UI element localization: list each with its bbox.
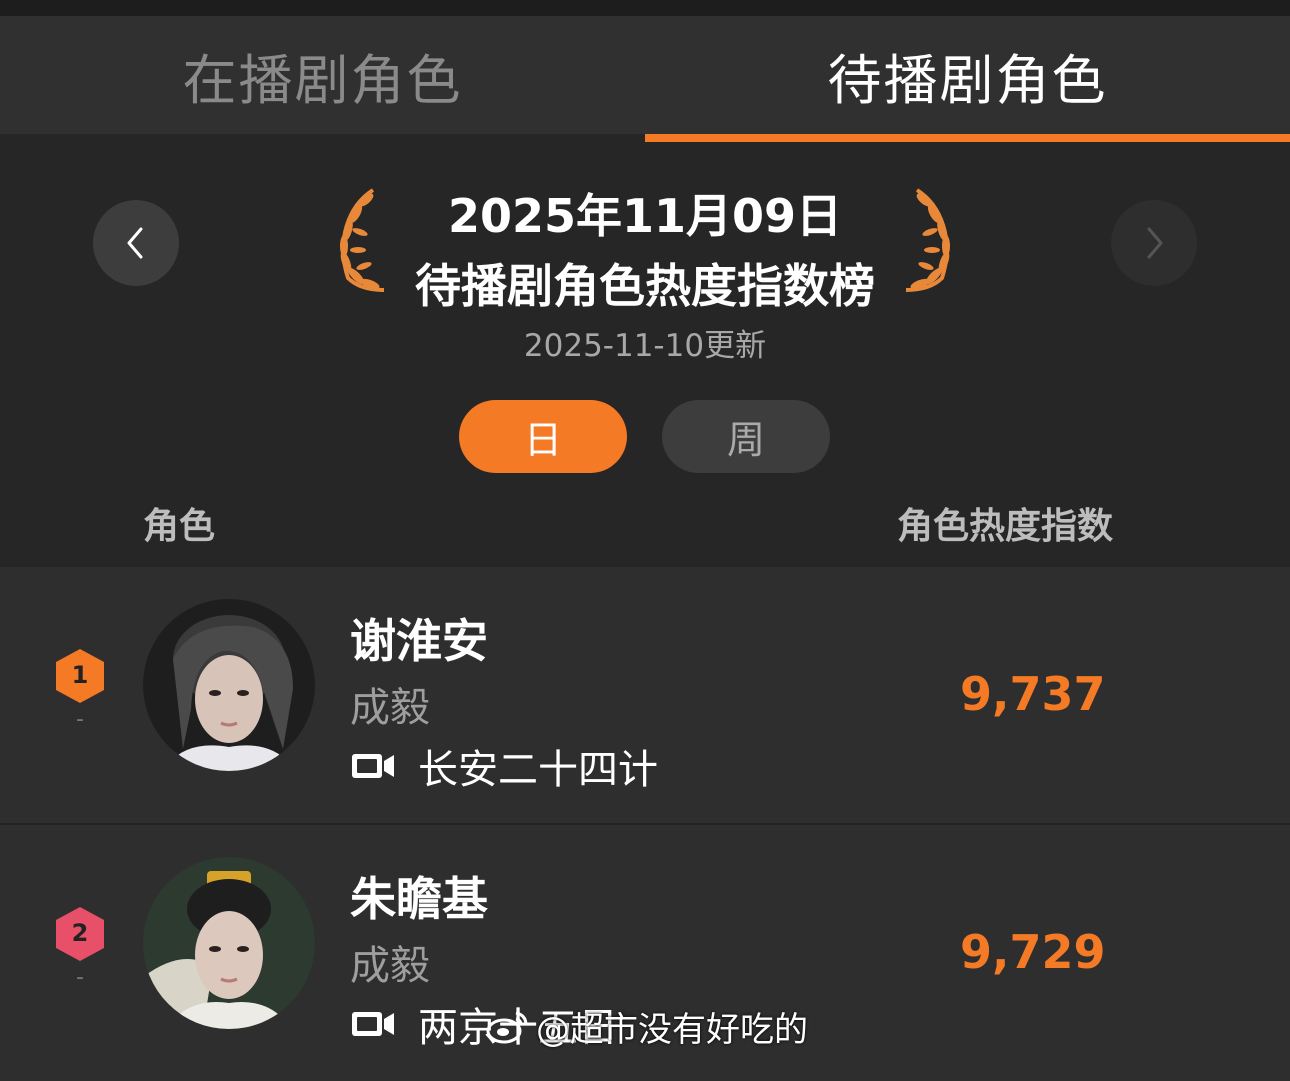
heat-score: 9,737 [960, 667, 1106, 721]
rank-change: - [76, 707, 84, 732]
ranking-title: 待播剧角色热度指数榜 [415, 259, 875, 313]
period-week-button[interactable]: 周 [662, 400, 830, 473]
update-time: 2025-11-10更新 [523, 328, 767, 364]
actor-name[interactable]: 成毅 [350, 675, 430, 733]
column-header-role: 角色 [143, 506, 216, 547]
weibo-watermark: @超市没有好吃的 [486, 1002, 808, 1051]
video-camera-icon [352, 754, 394, 778]
rank-change: - [76, 965, 84, 990]
tab-airing-roles[interactable]: 在播剧角色 [0, 16, 645, 134]
video-camera-icon [352, 1012, 394, 1036]
rank-badge: 2 [54, 905, 106, 963]
ranking-date: 2025年11月09日 [447, 189, 843, 243]
show-link[interactable]: 长安二十四计 [350, 737, 658, 795]
character-name: 谢淮安 [350, 614, 488, 668]
actor-name[interactable]: 成毅 [350, 933, 430, 991]
avatar[interactable] [143, 857, 315, 1029]
period-day-button[interactable]: 日 [459, 400, 627, 473]
avatar[interactable] [143, 599, 315, 771]
ranking-row[interactable]: 1 - 谢淮安 成毅 长安二十四计 9,737 [0, 567, 1290, 825]
character-name: 朱瞻基 [350, 872, 488, 926]
tab-upcoming-roles[interactable]: 待播剧角色 [645, 16, 1290, 142]
show-title: 长安二十四计 [418, 747, 658, 793]
tab-bar: 在播剧角色 待播剧角色 [0, 16, 1290, 142]
rank-number: 2 [71, 919, 89, 947]
rank-badge: 1 [54, 647, 106, 705]
rank-number: 1 [71, 661, 89, 689]
weibo-logo-icon [486, 1011, 528, 1043]
status-strip [0, 0, 1290, 16]
heat-score: 9,729 [960, 925, 1106, 979]
column-header-index: 角色热度指数 [897, 506, 1114, 547]
watermark-text: @超市没有好吃的 [536, 1010, 808, 1050]
